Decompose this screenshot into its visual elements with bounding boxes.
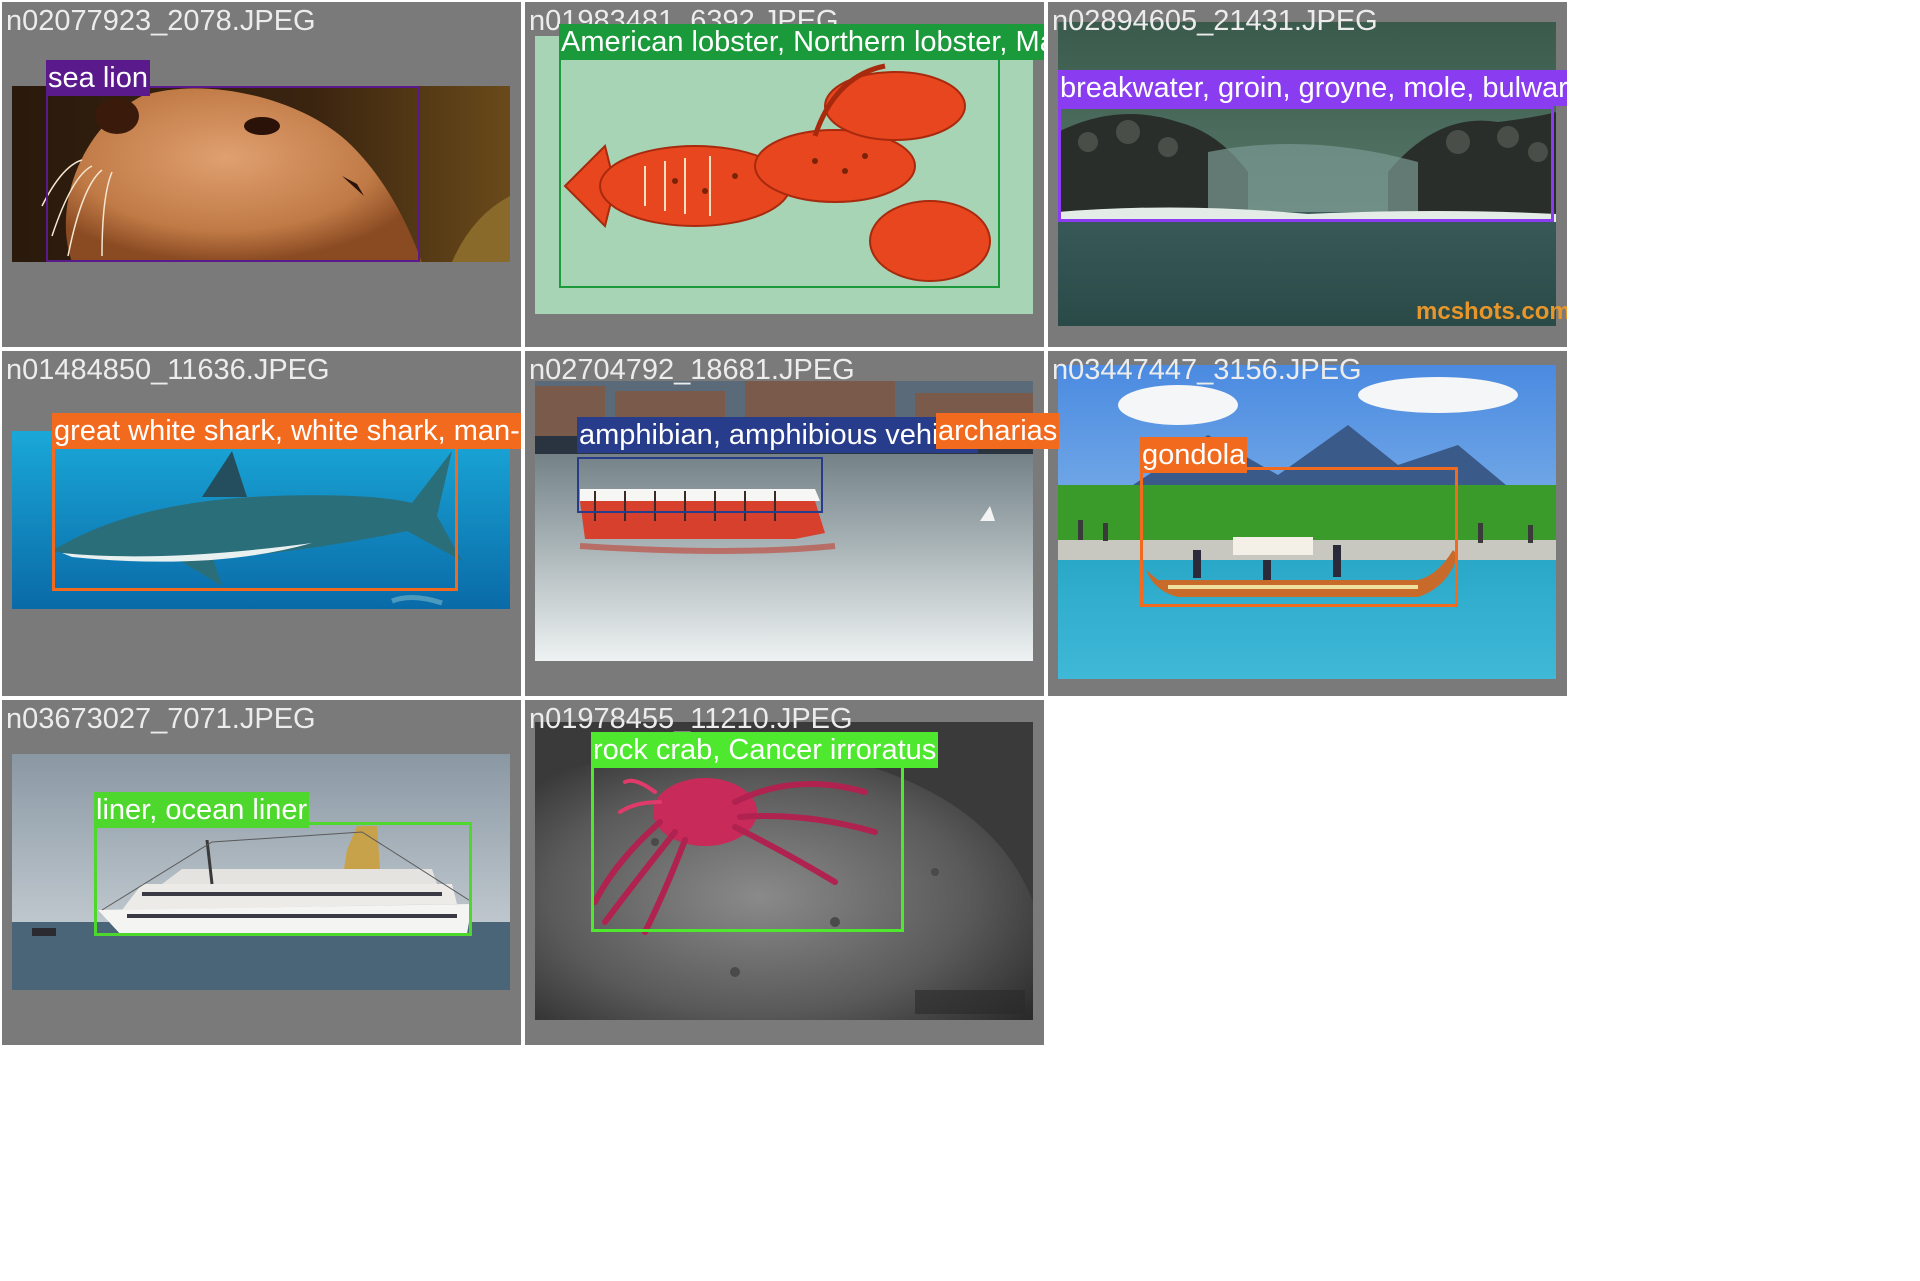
grid-cell-liner: n03673027_7071.JPEG liner, ocean liner	[2, 700, 521, 1045]
detection-label: rock crab, Cancer irroratus	[591, 732, 939, 768]
bounding-box	[591, 762, 904, 932]
watermark-text: mcshots.com	[1416, 298, 1567, 325]
detection-label: breakwater, groin, groyne, mole, bulwark…	[1058, 70, 1567, 106]
detection-label-overflow: archarias	[936, 413, 1060, 449]
grid-cell-crab: n01978455_11210.JPEG rock crab, Cancer i…	[525, 700, 1044, 1045]
bounding-box	[46, 86, 420, 262]
grid-cell-lobster: n01983481_6392.JPEG American lobster, No…	[525, 2, 1044, 347]
grid-cell-amphibian: n02704792_18681.JPEG amphibian, amphibio…	[525, 351, 1044, 696]
filename-label: n02704792_18681.JPEG	[529, 354, 855, 386]
detection-label: amphibian, amphibious vehicle	[577, 417, 978, 453]
filename-label: n03447447_3156.JPEG	[1052, 354, 1362, 386]
grid-cell-sea-lion: n02077923_2078.JPEG sea lion	[2, 2, 521, 347]
bounding-box	[52, 445, 458, 591]
bounding-box	[94, 822, 472, 936]
detection-label: great white shark, white shark, man-eate…	[52, 413, 521, 449]
filename-label: n02894605_21431.JPEG	[1052, 5, 1378, 37]
detection-label: gondola	[1140, 437, 1248, 473]
detection-label: sea lion	[46, 60, 150, 96]
bounding-box	[1140, 467, 1458, 607]
filename-label: n03673027_7071.JPEG	[6, 703, 316, 735]
bounding-box	[1058, 106, 1554, 222]
filename-label: n01978455_11210.JPEG	[529, 703, 853, 735]
bounding-box	[577, 457, 823, 513]
filename-label: n02077923_2078.JPEG	[6, 5, 316, 37]
filename-label: n01484850_11636.JPEG	[6, 354, 330, 386]
grid-cell-breakwater: n02894605_21431.JPEG mcshots.com breakwa…	[1048, 2, 1567, 347]
bounding-box	[559, 54, 1000, 288]
grid-cell-gondola: n03447447_3156.JPEG gondola	[1048, 351, 1567, 696]
grid-cell-shark: n01484850_11636.JPEG great white shark, …	[2, 351, 521, 696]
detection-label: American lobster, Northern lobster, Main…	[559, 24, 1044, 60]
detection-label: liner, ocean liner	[94, 792, 310, 828]
